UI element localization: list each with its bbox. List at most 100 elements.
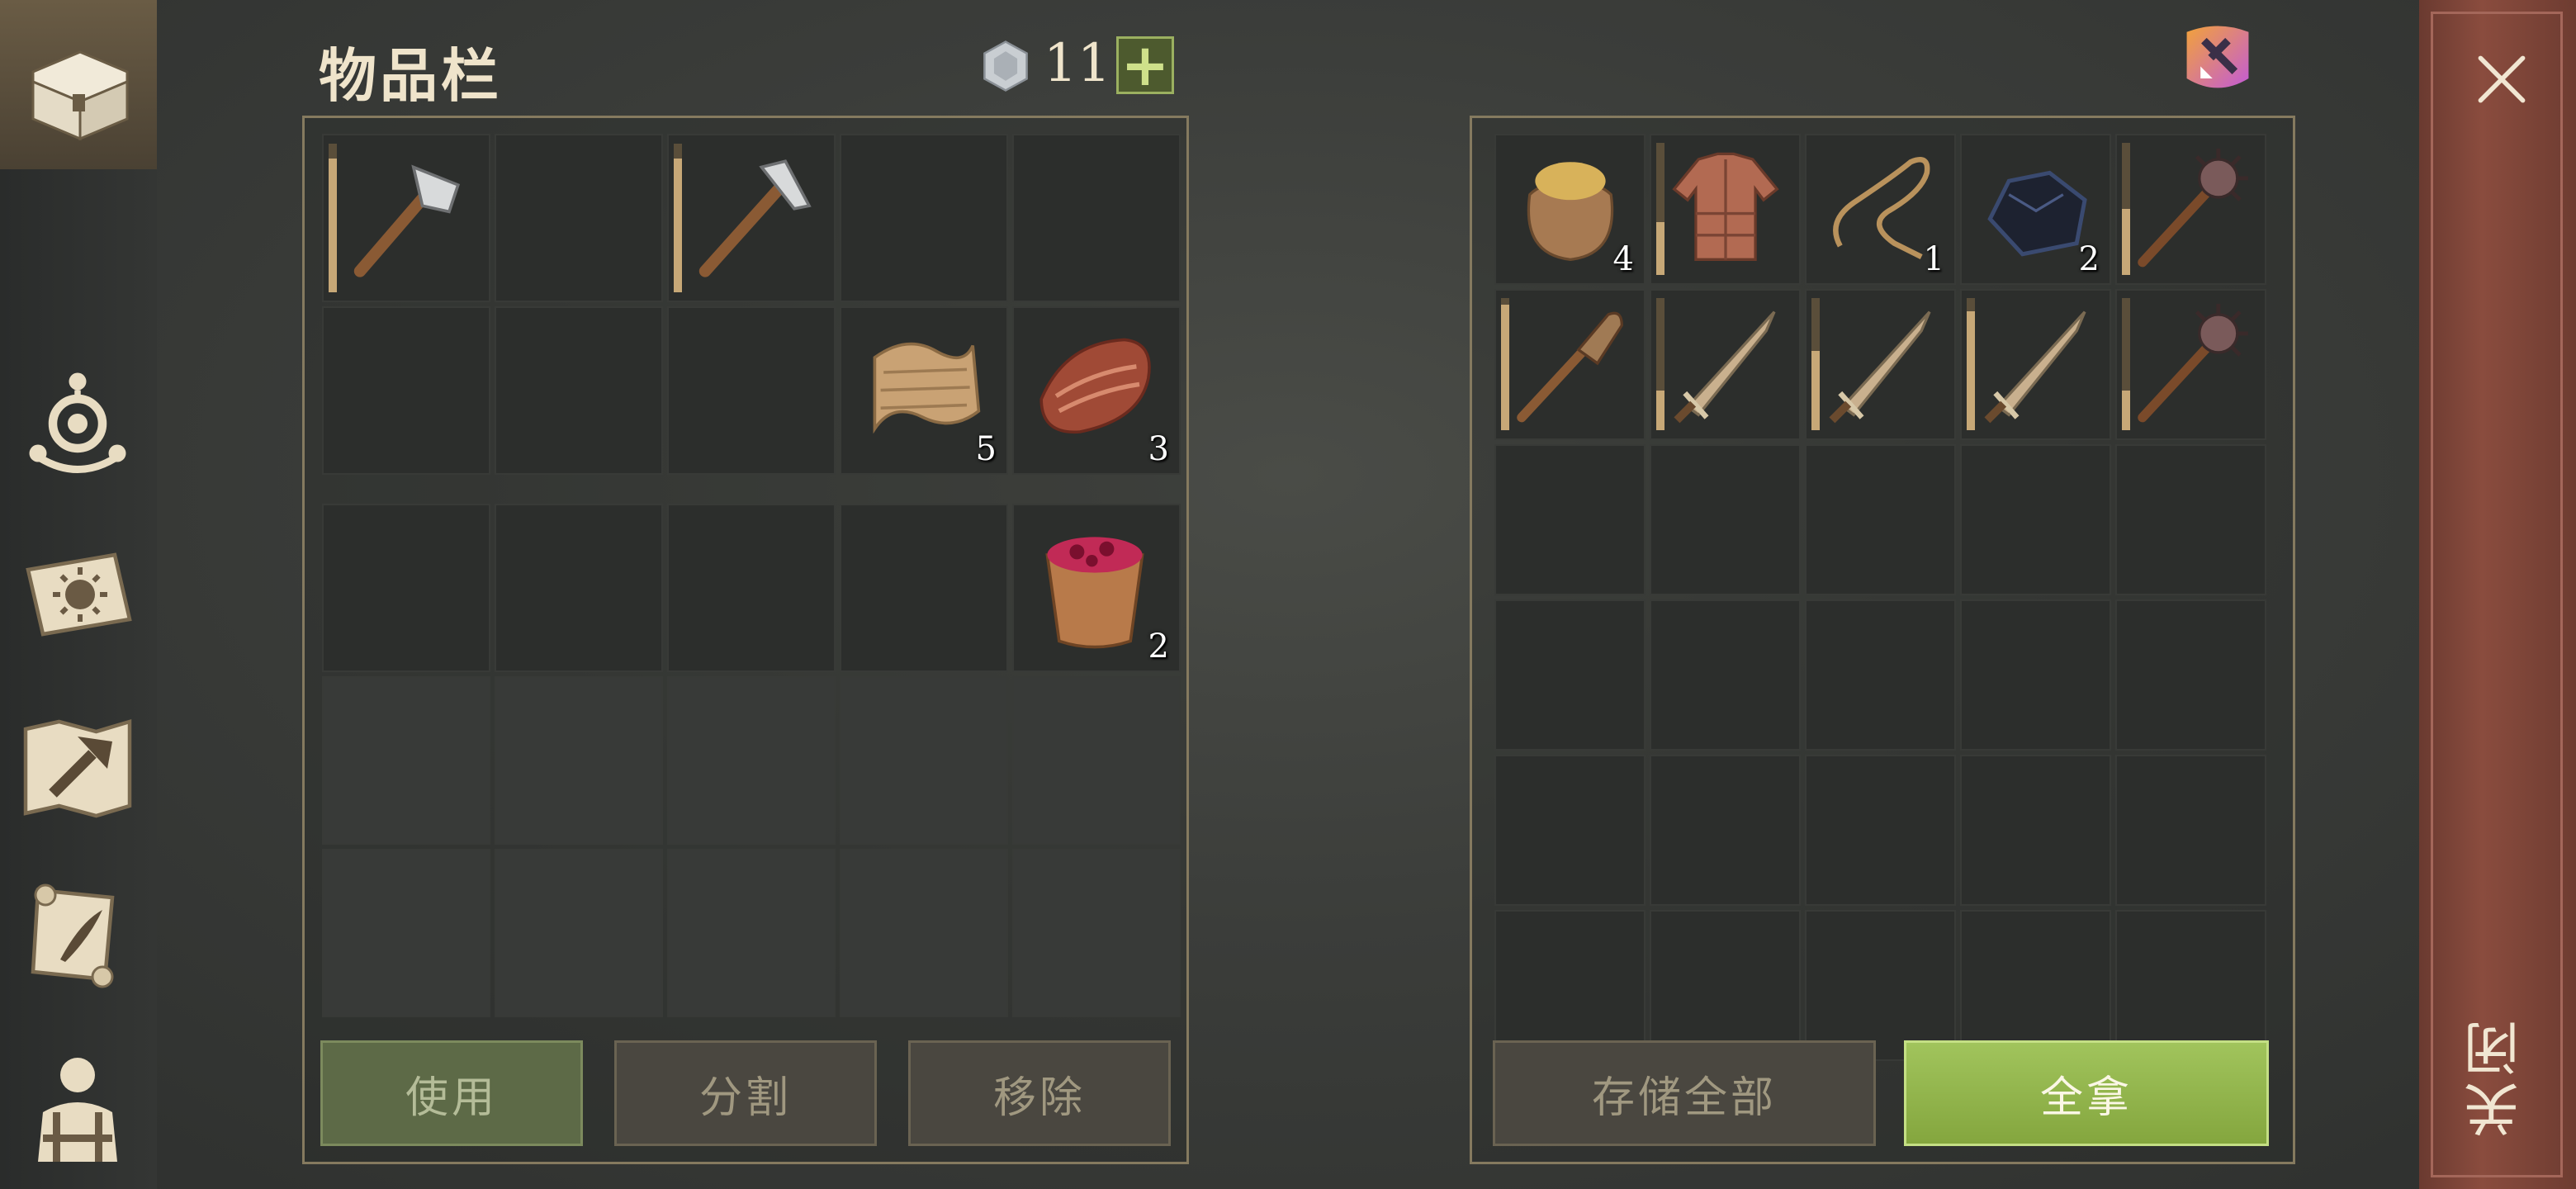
sword-icon: [1829, 310, 1931, 424]
container-slot[interactable]: [1650, 444, 1801, 595]
chest-icon: [31, 50, 129, 141]
item-count: 3: [1148, 430, 1169, 468]
container-slot[interactable]: [1650, 134, 1801, 285]
container-slot[interactable]: [1650, 599, 1801, 751]
container-slot[interactable]: [1805, 910, 1956, 1061]
inventory-hotbar-slot[interactable]: [667, 134, 836, 302]
container-slot[interactable]: [2115, 289, 2266, 440]
character-icon: [38, 1058, 117, 1162]
container-slot[interactable]: 4: [1494, 134, 1646, 285]
take-all-button[interactable]: 全拿: [1904, 1040, 2269, 1146]
stone-pickaxe-icon: [698, 159, 812, 277]
inventory-backpack-slot[interactable]: [840, 676, 1008, 845]
sidebar-item-inventory[interactable]: [0, 0, 157, 169]
inventory-title: 物品栏: [319, 42, 502, 110]
container-slot[interactable]: [1960, 910, 2111, 1061]
scroll-quill-icon: [31, 883, 115, 988]
container-slot[interactable]: [2115, 444, 2266, 595]
journal-icon: [26, 552, 132, 637]
container-slot[interactable]: [2115, 755, 2266, 906]
split-button[interactable]: 分割: [614, 1040, 877, 1146]
sword-icon: [1674, 310, 1776, 424]
coin-icon: [983, 40, 1028, 92]
coin-count: 11: [1044, 33, 1111, 94]
inventory-backpack-slot[interactable]: [667, 504, 836, 672]
remove-button[interactable]: 移除: [908, 1040, 1171, 1146]
container-slot[interactable]: [1960, 599, 2111, 751]
sword-icon: [1984, 310, 2086, 424]
inventory-backpack-slot[interactable]: [667, 676, 836, 845]
container-slot[interactable]: [1494, 444, 1646, 595]
inventory-backpack-slot[interactable]: [1012, 849, 1181, 1017]
stone-hatchet-icon: [353, 164, 461, 277]
inventory-backpack-slot[interactable]: [495, 849, 663, 1017]
use-button[interactable]: 使用: [320, 1040, 583, 1146]
item-count: 1: [1923, 240, 1944, 278]
inventory-backpack-slot[interactable]: [667, 849, 836, 1017]
inventory-hotbar-slot[interactable]: [1012, 134, 1181, 302]
item-count: 4: [1612, 240, 1634, 278]
container-slot[interactable]: [1960, 289, 2111, 440]
sidebar-item-notes[interactable]: [12, 869, 144, 1001]
container-slot[interactable]: [1805, 755, 1956, 906]
container-slot[interactable]: [1494, 755, 1646, 906]
container-grid: 4 1 2: [1494, 134, 2266, 1061]
inventory-backpack-slot[interactable]: [1012, 676, 1181, 845]
crafting-map-icon: [23, 718, 132, 818]
wooden-club-icon: [1517, 311, 1623, 423]
raw-meat-icon: [1039, 338, 1151, 434]
sidebar-item-journal[interactable]: [12, 528, 144, 661]
inventory-hotbar-slot[interactable]: [322, 134, 490, 302]
cloth-icon: [873, 342, 981, 434]
add-coin-button[interactable]: +: [1116, 36, 1174, 94]
container-slot[interactable]: [1650, 755, 1801, 906]
inventory-hotbar-slot[interactable]: [322, 306, 490, 475]
container-slot[interactable]: [1650, 289, 1801, 440]
container-slot[interactable]: 1: [1805, 134, 1956, 285]
container-slot[interactable]: [1960, 444, 2111, 595]
sidebar-item-character[interactable]: [12, 1039, 144, 1171]
inventory-backpack-slot[interactable]: [840, 849, 1008, 1017]
inventory-backpack-slot[interactable]: [322, 676, 490, 845]
container-slot[interactable]: [2115, 599, 2266, 751]
container-slot[interactable]: [1494, 289, 1646, 440]
inventory-hotbar-slot[interactable]: 5: [840, 306, 1008, 475]
container-slot[interactable]: 2: [1960, 134, 2111, 285]
inventory-backpack-slot[interactable]: [322, 849, 490, 1017]
sidebar-item-skills[interactable]: [12, 355, 144, 487]
item-count: 2: [1148, 628, 1169, 666]
inventory-backpack-slot[interactable]: [322, 504, 490, 672]
container-slot[interactable]: [1805, 444, 1956, 595]
spiked-mace-icon: [2138, 303, 2248, 423]
skills-icon: [29, 372, 126, 473]
inventory-hotbar-slot[interactable]: [840, 134, 1008, 302]
container-slot[interactable]: [1494, 599, 1646, 751]
close-bar-frame: [2431, 12, 2563, 1177]
inventory-backpack-slot[interactable]: 2: [1012, 504, 1181, 672]
item-count: 2: [2078, 240, 2100, 278]
sidebar-item-crafting[interactable]: [12, 700, 144, 832]
auto-sort-icon[interactable]: [2175, 15, 2261, 101]
inventory-backpack-slot[interactable]: [495, 504, 663, 672]
inventory-backpack-slot[interactable]: [495, 676, 663, 845]
inventory-hotbar-slot[interactable]: [495, 134, 663, 302]
container-slot[interactable]: [1805, 599, 1956, 751]
inventory-hotbar-slot[interactable]: [495, 306, 663, 475]
inventory-hotbar-slot[interactable]: 3: [1012, 306, 1181, 475]
spiked-mace-icon: [2138, 148, 2248, 268]
container-slot[interactable]: [1960, 755, 2111, 906]
container-slot[interactable]: [2115, 134, 2266, 285]
store-all-button[interactable]: 存储全部: [1493, 1040, 1876, 1146]
close-icon[interactable]: [2469, 46, 2535, 112]
inventory-grid-hotbar: 53: [322, 134, 1181, 475]
berry-bucket-icon: [1045, 537, 1144, 649]
close-label[interactable]: 关闭: [2456, 1016, 2531, 1138]
container-slot[interactable]: [1494, 910, 1646, 1061]
leather-armor-icon: [1672, 152, 1779, 261]
container-slot[interactable]: [1650, 910, 1801, 1061]
container-slot[interactable]: [2115, 910, 2266, 1061]
inventory-hotbar-slot[interactable]: [667, 306, 836, 475]
container-slot[interactable]: [1805, 289, 1956, 440]
inventory-backpack-slot[interactable]: [840, 504, 1008, 672]
item-count: 5: [975, 430, 997, 468]
